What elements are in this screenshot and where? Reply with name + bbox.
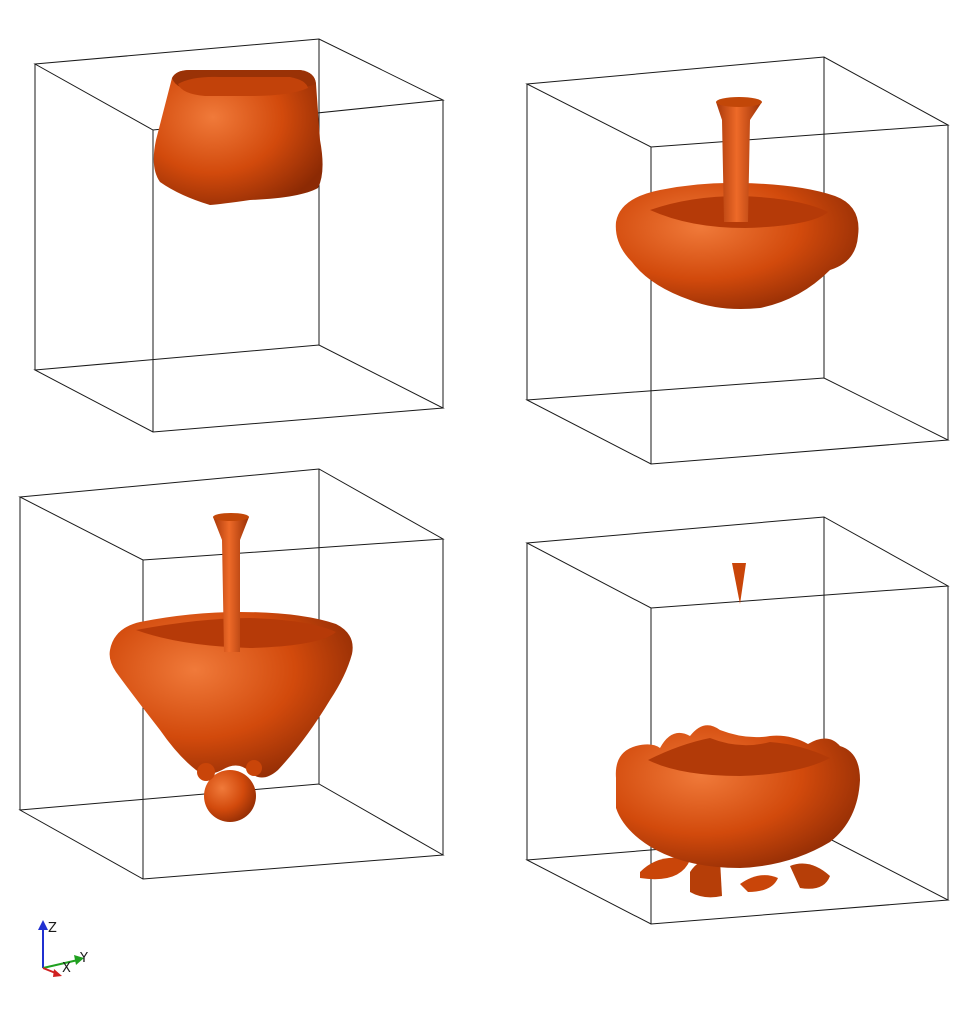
isosurface-blob [615,563,860,898]
panel-bottom-left [18,468,445,880]
z-axis-label: Z [48,921,57,936]
isosurface-blob [153,70,323,205]
panel-top-left [33,38,445,433]
x-axis-arrowhead [53,969,62,977]
y-axis-label: Y [79,951,88,966]
panel-top-right [525,56,950,465]
orientation-axes-widget: Z X Y [38,920,88,977]
figure-canvas: Z X Y [18,38,950,977]
isosurface-blob [615,97,859,309]
x-axis-label: X [62,961,71,976]
z-axis-arrowhead [38,920,48,930]
y-axis-arrow [42,959,79,969]
panel-bottom-right [525,516,950,925]
